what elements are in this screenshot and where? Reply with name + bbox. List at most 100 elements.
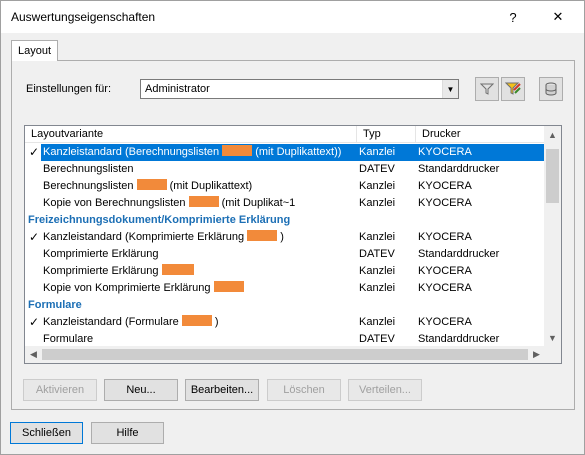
list-item[interactable]: ✓ Kanzleistandard (Formulare ) Kanzlei KYOC… — [25, 314, 545, 331]
verteilen-button[interactable]: Verteilen... — [348, 379, 422, 401]
variant-name: Berechnungslisten — [43, 180, 134, 192]
window-title: Auswertungseigenschaften — [11, 10, 156, 24]
list-item[interactable]: Komprimierte Erklärung Kanzlei KYOCERA — [25, 263, 545, 280]
tab-layout[interactable]: Layout — [11, 40, 58, 61]
drucker-cell: Standarddrucker — [418, 333, 500, 345]
variant-name-cell: Komprimierte Erklärung — [43, 263, 194, 280]
variant-name: Kanzleistandard (Komprimierte Erklärung — [43, 231, 245, 243]
drucker-cell: Standarddrucker — [418, 163, 500, 175]
list-item[interactable]: Kopie von Berechnungslisten (mit Duplika… — [25, 195, 545, 212]
group-header[interactable]: Formulare — [25, 297, 545, 314]
redaction-mark — [161, 264, 194, 275]
aktivieren-button[interactable]: Aktivieren — [23, 379, 97, 401]
list-rows: ✓ Kanzleistandard (Berechnungslisten (mit… — [25, 144, 545, 348]
redaction-mark — [222, 145, 253, 156]
list-header: Layoutvariante Typ Drucker — [25, 126, 545, 143]
list-item[interactable]: ✓ Kanzleistandard (Komprimierte Erklärung… — [25, 229, 545, 246]
variant-name-cell: Kopie von Berechnungslisten (mit Duplika… — [43, 195, 295, 212]
variant-name-cell: Komprimierte Erklärung — [43, 246, 159, 263]
redaction-mark — [213, 281, 244, 292]
scroll-up-icon[interactable]: ▲ — [544, 126, 561, 143]
layout-variants-list[interactable]: Layoutvariante Typ Drucker ✓ Kanzleistand… — [24, 125, 562, 364]
variant-name: Kopie von Berechnungslisten — [43, 197, 186, 209]
help-icon: ? — [509, 9, 517, 25]
dropdown-arrow-icon[interactable]: ▼ — [442, 80, 458, 98]
close-title-button[interactable]: ✕ — [536, 1, 580, 33]
variant-name: Kanzleistandard (Formulare — [43, 316, 179, 328]
database-button[interactable] — [539, 77, 563, 101]
scroll-right-icon[interactable]: ▶ — [528, 346, 545, 363]
dialog-window: Auswertungseigenschaften ? ✕ Layout Eins… — [0, 0, 585, 455]
checkmark-icon: ✓ — [29, 145, 40, 159]
neu-button[interactable]: Neu... — [104, 379, 178, 401]
filter-color-icon — [505, 82, 521, 95]
variant-name-cell: Berechnungslisten (mit Duplikattext) — [43, 178, 252, 195]
variant-name-suffix: (mit Duplikat~1 — [221, 197, 296, 209]
column-header-typ[interactable]: Typ — [357, 126, 416, 143]
list-item[interactable]: Berechnungslisten (mit Duplikattext) Kanz… — [25, 178, 545, 195]
drucker-cell: KYOCERA — [418, 197, 472, 209]
scroll-left-icon[interactable]: ◀ — [25, 346, 42, 363]
bearbeiten-button[interactable]: Bearbeiten... — [185, 379, 259, 401]
variant-name-cell: Kanzleistandard (Formulare ) — [43, 314, 219, 331]
horizontal-scrollbar[interactable]: ◀ ▶ — [25, 346, 545, 363]
typ-cell: Kanzlei — [359, 231, 396, 243]
drucker-cell: KYOCERA — [418, 231, 472, 243]
drucker-cell: KYOCERA — [418, 316, 472, 328]
typ-cell: Kanzlei — [359, 282, 396, 294]
filter-color-button[interactable] — [501, 77, 525, 101]
variant-name-suffix: ) — [280, 231, 284, 243]
variant-name-suffix: ) — [214, 316, 219, 328]
redaction-mark — [136, 179, 167, 190]
list-item[interactable]: Komprimierte Erklärung DATEV Standarddruck… — [25, 246, 545, 263]
hilfe-button[interactable]: Hilfe — [91, 422, 164, 444]
loeschen-button[interactable]: Löschen — [267, 379, 341, 401]
checkmark-icon: ✓ — [29, 230, 40, 244]
drucker-cell: KYOCERA — [418, 146, 472, 158]
column-header-drucker[interactable]: Drucker — [416, 126, 545, 143]
typ-cell: Kanzlei — [359, 316, 396, 328]
variant-name: Komprimierte Erklärung — [43, 248, 159, 260]
close-icon: ✕ — [552, 9, 564, 24]
filter-button[interactable] — [475, 77, 499, 101]
vertical-scrollbar[interactable]: ▲ ▼ — [544, 126, 561, 346]
list-item[interactable]: Kopie von Komprimierte Erklärung Kanzlei… — [25, 280, 545, 297]
variant-name-cell: Kanzleistandard (Komprimierte Erklärung … — [43, 229, 284, 246]
tab-label: Layout — [17, 45, 52, 57]
list-item[interactable]: ✓ Kanzleistandard (Berechnungslisten (mit… — [25, 144, 545, 161]
scroll-down-icon[interactable]: ▼ — [544, 329, 561, 346]
group-header[interactable]: Freizeichnungsdokument/Komprimierte Erkl… — [25, 212, 545, 229]
typ-cell: Kanzlei — [359, 180, 396, 192]
drucker-cell: KYOCERA — [418, 265, 472, 277]
typ-cell: DATEV — [359, 333, 395, 345]
variant-name: Kanzleistandard (Berechnungslisten — [43, 146, 220, 158]
title-bar: Auswertungseigenschaften ? ✕ — [1, 1, 584, 33]
redaction-mark — [247, 230, 278, 241]
typ-cell: Kanzlei — [359, 146, 396, 158]
drucker-cell: Standarddrucker — [418, 248, 500, 260]
variant-name-suffix: (mit Duplikattext)) — [255, 146, 342, 158]
column-header-layoutvariante[interactable]: Layoutvariante — [25, 126, 357, 143]
checkmark-icon: ✓ — [29, 315, 40, 329]
settings-for-combobox[interactable]: Administrator ▼ — [140, 79, 459, 99]
variant-name: Berechnungslisten — [43, 163, 134, 175]
variant-name: Komprimierte Erklärung — [43, 265, 159, 277]
combobox-value: Administrator — [145, 83, 210, 95]
drucker-cell: KYOCERA — [418, 282, 472, 294]
database-icon — [545, 82, 557, 96]
vertical-scroll-thumb[interactable] — [546, 149, 559, 203]
help-title-button[interactable]: ? — [491, 1, 535, 33]
redaction-mark — [188, 196, 219, 207]
typ-cell: Kanzlei — [359, 197, 396, 209]
variant-name: Kopie von Komprimierte Erklärung — [43, 282, 211, 294]
typ-cell: DATEV — [359, 163, 395, 175]
horizontal-scroll-thumb[interactable] — [42, 349, 528, 360]
scrollbar-corner — [544, 346, 561, 363]
typ-cell: Kanzlei — [359, 265, 396, 277]
drucker-cell: KYOCERA — [418, 180, 472, 192]
variant-name: Formulare — [43, 333, 94, 345]
schliessen-button[interactable]: Schließen — [10, 422, 83, 444]
variant-name-cell: Kanzleistandard (Berechnungslisten (mit … — [43, 144, 341, 161]
list-item[interactable]: Berechnungslisten DATEV Standarddrucker — [25, 161, 545, 178]
settings-label: Einstellungen für: — [26, 83, 111, 95]
